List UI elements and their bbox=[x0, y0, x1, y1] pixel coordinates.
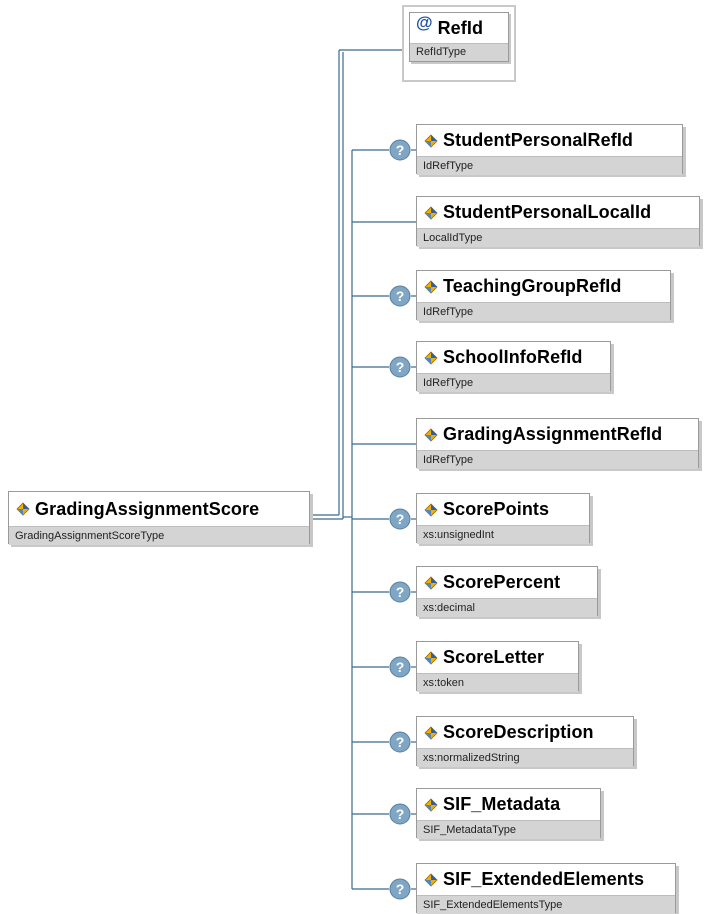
svg-text:?: ? bbox=[396, 584, 405, 600]
element-icon bbox=[424, 872, 438, 887]
child-element-node[interactable]: ScorePoints xs:unsignedInt bbox=[416, 493, 590, 544]
child-element-type: SIF_ExtendedElementsType bbox=[417, 895, 675, 914]
child-element-node[interactable]: TeachingGroupRefId IdRefType bbox=[416, 270, 671, 321]
schema-diagram: @ RefId RefIdType GradingAssignmentScore… bbox=[0, 0, 706, 914]
child-element-node[interactable]: GradingAssignmentRefId IdRefType bbox=[416, 418, 699, 469]
element-icon bbox=[424, 575, 438, 590]
root-element-node[interactable]: GradingAssignmentScore GradingAssignment… bbox=[8, 491, 310, 545]
element-icon bbox=[424, 650, 438, 665]
child-element-name: StudentPersonalLocalId bbox=[443, 202, 652, 222]
child-element-name: SIF_ExtendedElements bbox=[443, 869, 645, 889]
child-element-node[interactable]: StudentPersonalRefId IdRefType bbox=[416, 124, 683, 175]
svg-text:?: ? bbox=[396, 659, 405, 675]
attribute-name: RefId bbox=[437, 17, 484, 38]
element-icon bbox=[16, 502, 30, 516]
element-icon bbox=[424, 133, 438, 148]
child-element-name: GradingAssignmentRefId bbox=[443, 424, 663, 444]
svg-text:?: ? bbox=[396, 142, 405, 158]
attribute-type: RefIdType bbox=[410, 43, 508, 61]
optional-icon: ? bbox=[389, 356, 411, 378]
root-element-type: GradingAssignmentScoreType bbox=[9, 526, 309, 545]
element-icon bbox=[424, 427, 438, 442]
optional-icon: ? bbox=[389, 508, 411, 530]
child-element-node[interactable]: ScoreDescription xs:normalizedString bbox=[416, 716, 634, 767]
svg-text:?: ? bbox=[396, 734, 405, 750]
optional-icon: ? bbox=[389, 878, 411, 900]
child-element-type: SIF_MetadataType bbox=[417, 820, 600, 839]
optional-icon: ? bbox=[389, 656, 411, 678]
optional-icon: ? bbox=[389, 285, 411, 307]
child-element-type: IdRefType bbox=[417, 302, 670, 321]
child-element-name: SIF_Metadata bbox=[443, 794, 561, 814]
child-element-name: SchoolInfoRefId bbox=[443, 347, 583, 367]
child-element-type: LocalIdType bbox=[417, 228, 699, 247]
attribute-node-refid[interactable]: @ RefId RefIdType bbox=[402, 5, 516, 82]
optional-icon: ? bbox=[389, 731, 411, 753]
child-element-type: xs:token bbox=[417, 673, 578, 692]
child-element-type: xs:normalizedString bbox=[417, 748, 633, 767]
element-icon bbox=[424, 350, 438, 365]
child-element-node[interactable]: SchoolInfoRefId IdRefType bbox=[416, 341, 611, 392]
child-element-name: ScorePercent bbox=[443, 572, 561, 592]
child-element-node[interactable]: SIF_Metadata SIF_MetadataType bbox=[416, 788, 601, 839]
element-icon bbox=[424, 725, 438, 740]
child-element-type: IdRefType bbox=[417, 156, 682, 175]
root-element-name: GradingAssignmentScore bbox=[35, 498, 260, 519]
svg-text:?: ? bbox=[396, 806, 405, 822]
element-icon bbox=[424, 279, 438, 294]
child-element-name: StudentPersonalRefId bbox=[443, 130, 634, 150]
child-element-node[interactable]: SIF_ExtendedElements SIF_ExtendedElements… bbox=[416, 863, 676, 914]
child-element-name: ScorePoints bbox=[443, 499, 550, 519]
element-icon bbox=[424, 205, 438, 220]
child-element-name: ScoreLetter bbox=[443, 647, 545, 667]
attribute-icon: @ bbox=[416, 13, 433, 32]
child-element-node[interactable]: ScoreLetter xs:token bbox=[416, 641, 579, 692]
child-element-node[interactable]: StudentPersonalLocalId LocalIdType bbox=[416, 196, 700, 247]
child-element-type: IdRefType bbox=[417, 450, 698, 469]
optional-icon: ? bbox=[389, 581, 411, 603]
child-element-type: xs:decimal bbox=[417, 598, 597, 617]
optional-icon: ? bbox=[389, 803, 411, 825]
element-icon bbox=[424, 797, 438, 812]
child-element-type: xs:unsignedInt bbox=[417, 525, 589, 544]
svg-text:?: ? bbox=[396, 511, 405, 527]
optional-icon: ? bbox=[389, 139, 411, 161]
svg-text:?: ? bbox=[396, 881, 405, 897]
element-icon bbox=[424, 502, 438, 517]
child-element-name: TeachingGroupRefId bbox=[443, 276, 622, 296]
child-element-name: ScoreDescription bbox=[443, 722, 594, 742]
svg-text:?: ? bbox=[396, 359, 405, 375]
svg-text:?: ? bbox=[396, 288, 405, 304]
child-element-node[interactable]: ScorePercent xs:decimal bbox=[416, 566, 598, 617]
child-element-type: IdRefType bbox=[417, 373, 610, 392]
